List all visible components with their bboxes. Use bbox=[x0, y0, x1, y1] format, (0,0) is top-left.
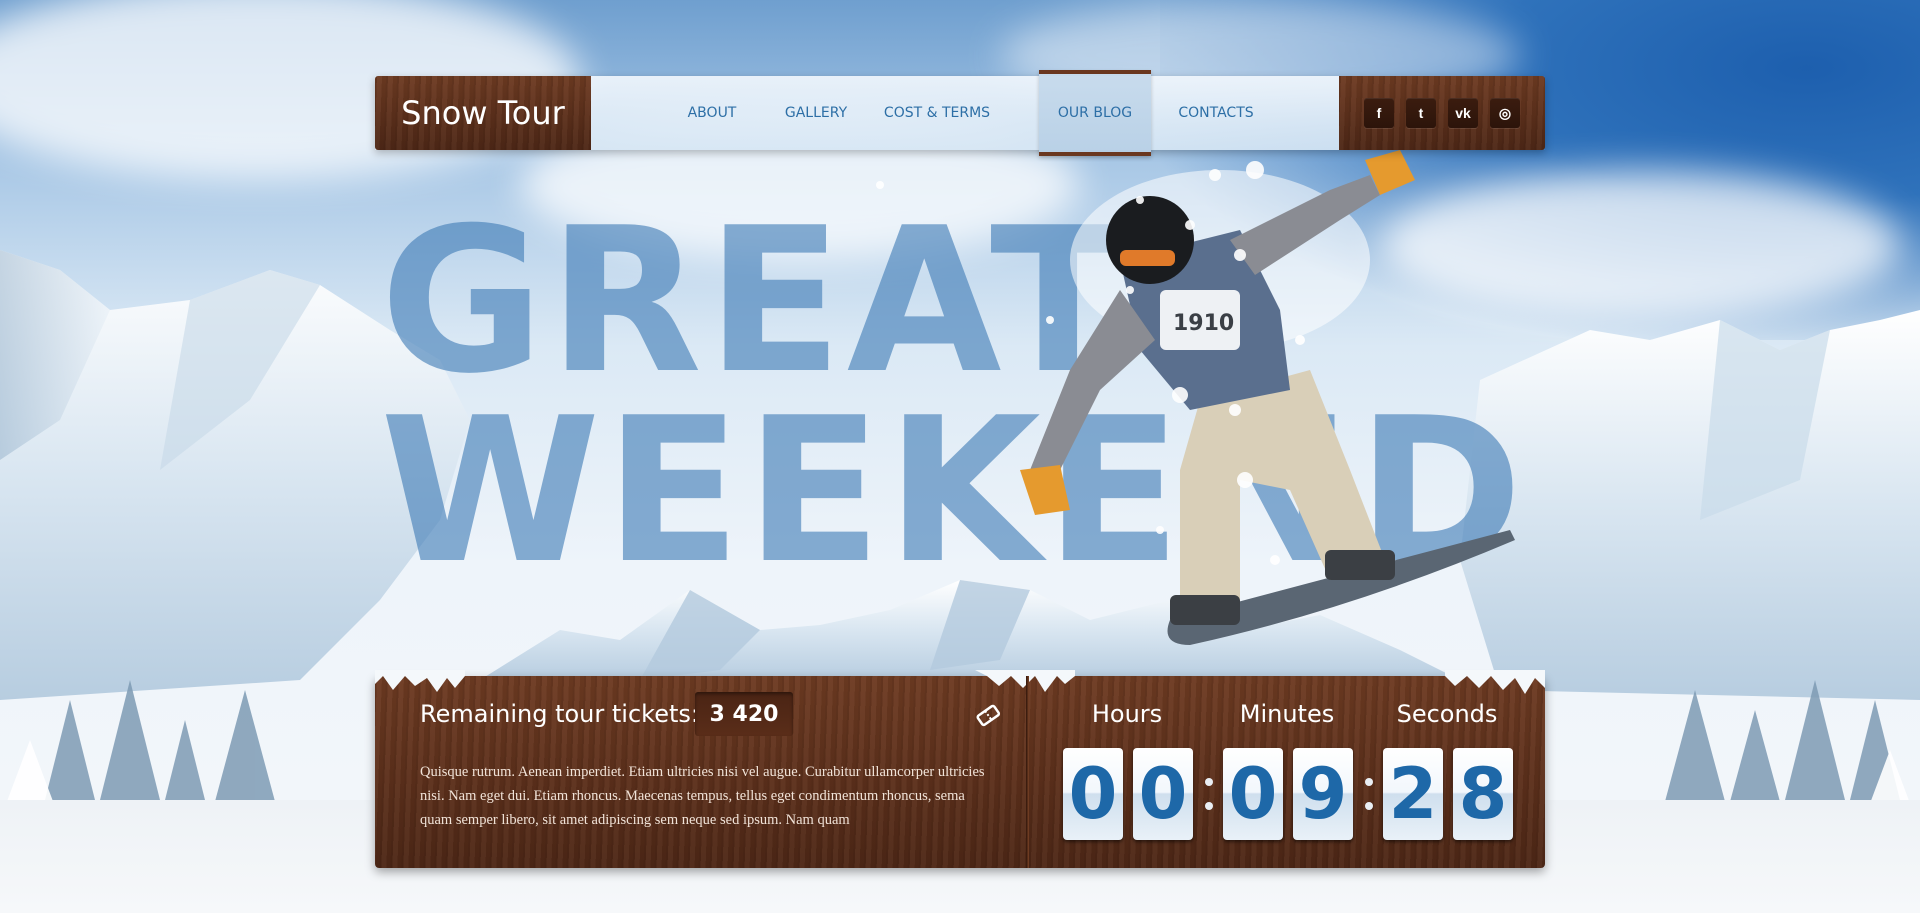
social-links: f t vk ◎ bbox=[1339, 76, 1545, 150]
main-navbar: Snow Tour ABOUT GALLERY COST & TERMS OUR… bbox=[375, 70, 1545, 156]
nav-item-about[interactable]: ABOUT bbox=[676, 76, 748, 150]
countdown-labels: Hours Minutes Seconds bbox=[1029, 700, 1545, 730]
dribbble-icon[interactable]: ◎ bbox=[1490, 98, 1520, 128]
facebook-icon[interactable]: f bbox=[1364, 98, 1394, 128]
nav-menu: ABOUT GALLERY COST & TERMS OUR BLOG CONT… bbox=[591, 70, 1346, 156]
logo-box[interactable]: Snow Tour bbox=[375, 76, 591, 150]
remaining-tickets-count: 3 420 bbox=[695, 692, 793, 736]
remaining-tickets-label: Remaining tour tickets: bbox=[420, 700, 699, 728]
hours-digit-1: 0 bbox=[1063, 748, 1123, 840]
twitter-icon[interactable]: t bbox=[1406, 98, 1436, 128]
vk-icon[interactable]: vk bbox=[1448, 98, 1478, 128]
seconds-digit-1: 2 bbox=[1383, 748, 1443, 840]
hours-label: Hours bbox=[1091, 700, 1163, 728]
minutes-digit-1: 0 bbox=[1223, 748, 1283, 840]
seconds-digit-2: 8 bbox=[1453, 748, 1513, 840]
countdown-separator bbox=[1204, 774, 1214, 814]
countdown-separator bbox=[1364, 774, 1374, 814]
nav-item-our-blog[interactable]: OUR BLOG bbox=[1039, 70, 1151, 156]
nav-item-gallery[interactable]: GALLERY bbox=[771, 76, 861, 150]
icicles-decoration bbox=[375, 670, 1545, 694]
nav-item-cost-terms[interactable]: COST & TERMS bbox=[876, 76, 998, 150]
tour-description: Quisque rutrum. Aenean imperdiet. Etiam … bbox=[420, 764, 985, 828]
site-logo[interactable]: Snow Tour bbox=[401, 94, 565, 132]
hours-digit-2: 0 bbox=[1133, 748, 1193, 840]
minutes-label: Minutes bbox=[1239, 700, 1335, 728]
nav-item-contacts[interactable]: CONTACTS bbox=[1161, 76, 1271, 150]
tickets-countdown-panel: Remaining tour tickets: 3 420 Quisque ru… bbox=[375, 670, 1545, 868]
ticket-icon[interactable] bbox=[975, 702, 1001, 728]
hero-scene: GREAT WEEKEND 1910 Snow Tour ABOUT GALLE… bbox=[0, 0, 1920, 913]
seconds-label: Seconds bbox=[1396, 700, 1498, 728]
minutes-digit-2: 9 bbox=[1293, 748, 1353, 840]
